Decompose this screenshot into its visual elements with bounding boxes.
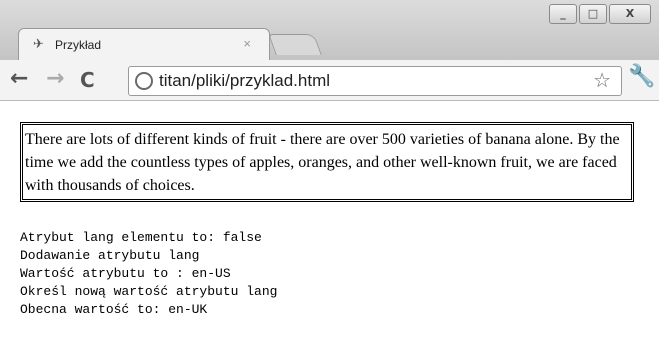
forward-arrow-icon[interactable]: → xyxy=(46,66,64,91)
window-titlebar: _ □ X ✈ Przykład × xyxy=(0,0,659,61)
new-tab-button[interactable] xyxy=(268,34,322,55)
page-content: There are lots of different kinds of fru… xyxy=(0,101,659,351)
back-arrow-icon[interactable]: ← xyxy=(10,66,28,91)
minimize-button[interactable]: _ xyxy=(549,4,577,24)
output-line: Określ nową wartość atrybutu lang xyxy=(20,284,278,299)
output-line: Obecna wartość to: en-UK xyxy=(20,302,208,317)
address-bar[interactable]: titan/pliki/przyklad.html ☆ xyxy=(128,66,622,96)
output-line: Wartość atrybutu to : en-US xyxy=(20,266,231,281)
browser-tab[interactable]: ✈ Przykład × xyxy=(18,28,270,61)
output-lines: Atrybut lang elementu to: false Dodawani… xyxy=(20,229,277,319)
output-line: Atrybut lang elementu to: false xyxy=(20,230,262,245)
wrench-icon[interactable]: 🔧 xyxy=(628,63,655,89)
browser-toolbar: ← → C titan/pliki/przyklad.html ☆ xyxy=(0,60,659,101)
maximize-button[interactable]: □ xyxy=(579,4,607,24)
tab-title: Przykład xyxy=(55,38,102,52)
bird-favicon-icon: ✈ xyxy=(33,36,44,51)
reload-icon[interactable]: C xyxy=(80,68,95,92)
window-controls: _ □ X xyxy=(547,4,651,24)
tab-close-icon[interactable]: × xyxy=(243,36,251,51)
bookmark-star-icon[interactable]: ☆ xyxy=(593,68,611,93)
url-text[interactable]: titan/pliki/przyklad.html xyxy=(159,71,330,91)
close-window-button[interactable]: X xyxy=(609,4,651,24)
output-line: Dodawanie atrybutu lang xyxy=(20,248,200,263)
globe-icon xyxy=(135,72,153,90)
fruit-paragraph: There are lots of different kinds of fru… xyxy=(20,122,634,202)
